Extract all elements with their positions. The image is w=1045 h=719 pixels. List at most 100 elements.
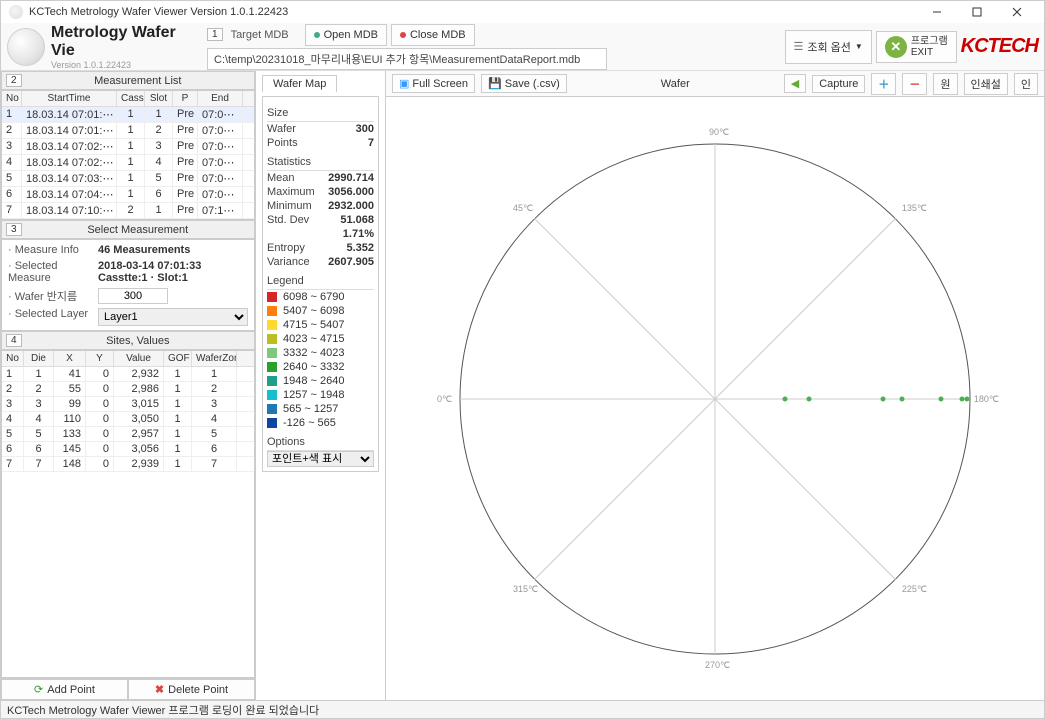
tick-0: 0℃ <box>437 394 452 405</box>
kctech-logo: KCTECH <box>961 35 1038 58</box>
stats-section-title: Statistics <box>267 156 374 171</box>
original-button[interactable]: 원 <box>933 73 957 95</box>
table-row[interactable]: 7714802,93917 <box>2 457 254 472</box>
table-row[interactable]: 5513302,95715 <box>2 427 254 442</box>
add-point-button[interactable]: ⟳Add Point <box>1 679 128 700</box>
delete-icon: ✖ <box>155 683 164 696</box>
tick-135: 135℃ <box>902 203 927 214</box>
selected-layer-label: · Selected Layer <box>8 308 98 326</box>
tick-45: 45℃ <box>513 203 533 214</box>
table-row[interactable]: 418.03.14 07:02:⋯14Pre07:0⋯ <box>2 155 254 171</box>
selected-cassette-slot: Casstte:1 · Slot:1 <box>98 272 201 284</box>
table-row[interactable]: 618.03.14 07:04:⋯16Pre07:0⋯ <box>2 187 254 203</box>
open-mdb-button[interactable]: Open MDB <box>305 24 387 46</box>
exit-icon: ✕ <box>885 36 907 58</box>
data-point[interactable] <box>939 396 944 401</box>
options-title: Options <box>267 436 374 451</box>
legend-item: 565 ~ 1257 <box>267 402 374 416</box>
target-mdb-label: Target MDB <box>231 29 301 41</box>
table-row[interactable]: 318.03.14 07:02:⋯13Pre07:0⋯ <box>2 139 254 155</box>
step-1-badge: 1 <box>207 28 223 41</box>
mean-value: 2990.714 <box>328 172 374 184</box>
legend-item: 1948 ~ 2640 <box>267 374 374 388</box>
legend-title: Legend <box>267 275 374 290</box>
legend-item: 4023 ~ 4715 <box>267 332 374 346</box>
wafer-map-chart[interactable]: 90℃ 45℃ 135℃ 0℃ 180℃ 315℃ 225℃ 270℃ <box>455 139 975 659</box>
min-value: 2932.000 <box>328 200 374 212</box>
table-row[interactable]: 6614503,05616 <box>2 442 254 457</box>
mdb-path-display: C:\temp\20231018_마무리내용\EUI 추가 항목\Measure… <box>207 48 607 70</box>
app-version: Version 1.0.1.22423 <box>51 60 131 70</box>
close-button[interactable] <box>998 2 1036 22</box>
points-count-value: 7 <box>368 137 374 149</box>
legend-item: 4715 ~ 5407 <box>267 318 374 332</box>
status-bar: KCTech Metrology Wafer Viewer 프로그램 로딩이 완… <box>1 700 1044 718</box>
close-icon <box>400 32 406 38</box>
app-title: Metrology Wafer Vie <box>51 24 201 60</box>
wafer-radius-label: · Wafer 반지름 <box>8 288 98 304</box>
nav-button[interactable]: ◀ <box>784 74 806 93</box>
delete-point-button[interactable]: ✖Delete Point <box>128 679 255 700</box>
measurement-list-title: Measurement List <box>26 75 250 87</box>
zoom-in-button[interactable]: ＋ <box>871 73 896 95</box>
data-point[interactable] <box>900 396 905 401</box>
view-options-button[interactable]: ☰ 조회 옵션 ▼ <box>785 30 872 64</box>
minimize-button[interactable] <box>918 2 956 22</box>
capture-button[interactable]: Capture <box>812 75 865 93</box>
stddev-value: 51.068 <box>340 214 374 226</box>
save-icon: 💾 <box>488 77 502 90</box>
legend-item: 6098 ~ 6790 <box>267 290 374 304</box>
plus-icon: ＋ <box>878 76 889 92</box>
window-title: KCTech Metrology Wafer Viewer Version 1.… <box>29 6 918 18</box>
wafer-radius-input[interactable] <box>98 288 168 304</box>
table-row[interactable]: 718.03.14 07:10:⋯21Pre07:1⋯ <box>2 203 254 219</box>
legend-item: 1257 ~ 1948 <box>267 388 374 402</box>
data-point[interactable] <box>806 396 811 401</box>
fullscreen-icon: ▣ <box>399 77 409 90</box>
legend-item: -126 ~ 565 <box>267 416 374 430</box>
display-options-select[interactable]: 포인트+색 표시 <box>267 451 374 467</box>
data-point[interactable] <box>964 396 969 401</box>
sites-values-table[interactable]: No Die X Y Value GOF WaferZone 114102,93… <box>1 350 255 678</box>
table-row[interactable]: 218.03.14 07:01:⋯12Pre07:0⋯ <box>2 123 254 139</box>
exit-button[interactable]: ✕ 프로그램 EXIT <box>876 31 957 63</box>
table-row[interactable]: 225502,98612 <box>2 382 254 397</box>
tick-180: 180℃ <box>974 394 999 405</box>
data-point[interactable] <box>881 396 886 401</box>
table-row[interactable]: 114102,93211 <box>2 367 254 382</box>
table-row[interactable]: 518.03.14 07:03:⋯15Pre07:0⋯ <box>2 171 254 187</box>
selected-datetime: 2018-03-14 07:01:33 <box>98 260 201 272</box>
logo-icon <box>7 28 45 66</box>
table-row[interactable]: 4411003,05014 <box>2 412 254 427</box>
select-measurement-title: Select Measurement <box>26 224 250 236</box>
full-screen-button[interactable]: ▣Full Screen <box>392 74 475 93</box>
legend-item: 5407 ~ 6098 <box>267 304 374 318</box>
measure-info-value: 46 Measurements <box>98 244 190 256</box>
wafer-map-tab[interactable]: Wafer Map <box>262 75 337 92</box>
print-button[interactable]: 인 <box>1014 73 1038 95</box>
zoom-out-button[interactable]: － <box>902 73 927 95</box>
save-csv-button[interactable]: 💾Save (.csv) <box>481 74 567 93</box>
section-4-badge: 4 <box>6 334 22 347</box>
close-mdb-button[interactable]: Close MDB <box>391 24 475 46</box>
refresh-icon: ⟳ <box>34 683 43 696</box>
data-point[interactable] <box>782 396 787 401</box>
table-row[interactable]: 339903,01513 <box>2 397 254 412</box>
measure-info-label: · Measure Info <box>8 244 98 256</box>
minus-icon: － <box>909 76 920 92</box>
legend-item: 3332 ~ 4023 <box>267 346 374 360</box>
maximize-button[interactable] <box>958 2 996 22</box>
max-value: 3056.000 <box>328 186 374 198</box>
size-section-title: Size <box>267 107 374 122</box>
tick-315: 315℃ <box>513 584 538 595</box>
measurement-list-table[interactable]: No StartTime Cass Slot P End 118.03.14 0… <box>1 90 255 220</box>
section-2-badge: 2 <box>6 74 22 87</box>
arrow-left-icon: ◀ <box>791 77 799 90</box>
tick-90: 90℃ <box>709 127 729 138</box>
wafer-title: Wafer <box>573 78 778 90</box>
app-icon <box>9 5 23 19</box>
sites-values-title: Sites, Values <box>26 335 250 347</box>
layer-select[interactable]: Layer1 <box>98 308 248 326</box>
table-row[interactable]: 118.03.14 07:01:⋯11Pre07:0⋯ <box>2 107 254 123</box>
print-setup-button[interactable]: 인쇄설 <box>964 73 1008 95</box>
